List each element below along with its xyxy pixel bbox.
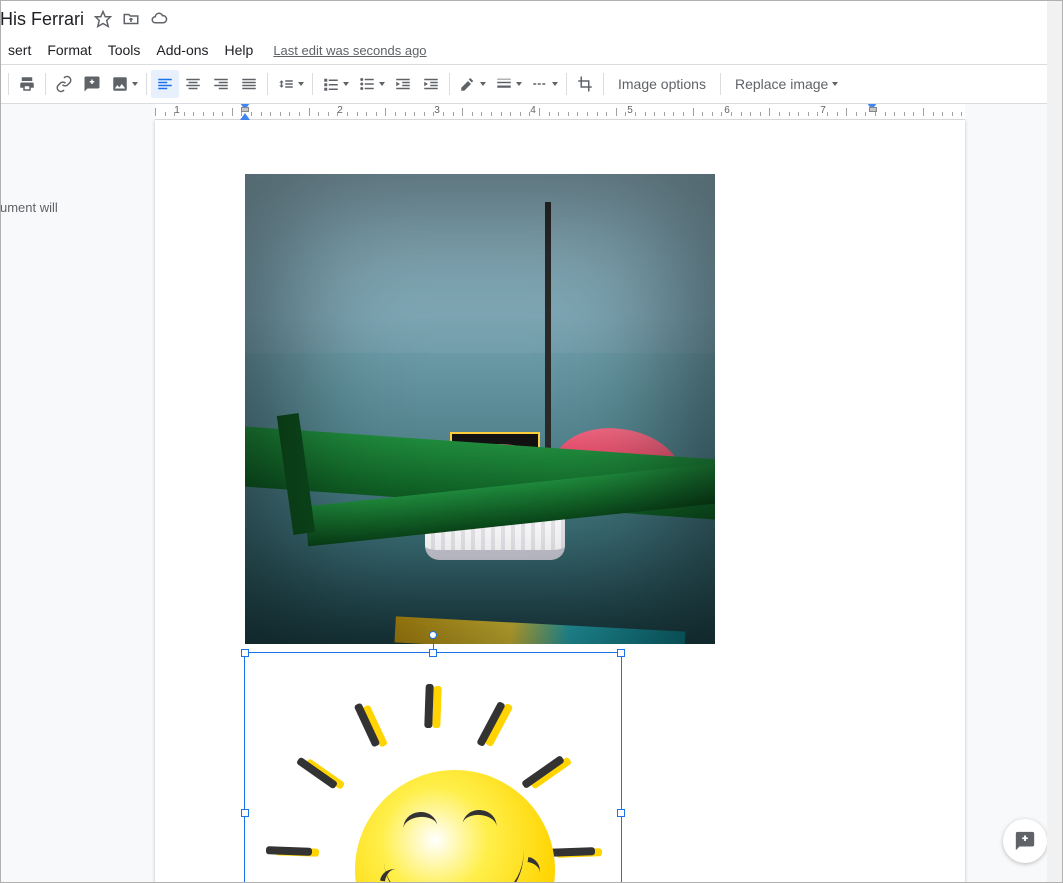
menu-bar: sert Format Tools Add-ons Help Last edit… [0,36,1063,64]
separator [566,73,567,95]
menu-help[interactable]: Help [217,38,262,62]
separator [8,73,9,95]
separator [146,73,147,95]
separator [720,73,721,95]
ruler-number: 7 [820,105,826,116]
align-center-icon[interactable] [179,70,207,98]
crop-image-icon[interactable] [571,70,599,98]
separator [45,73,46,95]
resize-handle-tr[interactable] [617,649,625,657]
title-bar: His Ferrari [0,0,1063,36]
separator [449,73,450,95]
border-weight-icon[interactable] [490,70,526,98]
menu-addons[interactable]: Add-ons [148,38,216,62]
cloud-status-icon[interactable] [150,10,168,28]
separator [312,73,313,95]
add-comment-icon[interactable] [78,70,106,98]
menu-format[interactable]: Format [39,38,99,62]
increase-indent-icon[interactable] [417,70,445,98]
print-icon[interactable] [13,70,41,98]
vertical-scrollbar[interactable] [1047,0,1063,883]
rotate-handle[interactable] [429,631,437,639]
document-area: ument will 1 2 3 4 5 6 7 [0,104,1063,883]
checklist-icon[interactable] [317,70,353,98]
align-right-icon[interactable] [207,70,235,98]
align-left-icon[interactable] [151,70,179,98]
outline-partial-text: ument will [0,200,58,215]
resize-handle-r[interactable] [617,809,625,817]
toolbar: Image options Replace image [0,64,1063,104]
ruler-number: 6 [724,105,730,116]
ruler-number: 3 [434,105,440,116]
menu-insert[interactable]: sert [0,38,39,62]
image-options-button[interactable]: Image options [608,70,716,98]
bulleted-list-icon[interactable] [353,70,389,98]
resize-handle-t[interactable] [429,649,437,657]
menu-tools[interactable]: Tools [100,38,149,62]
horizontal-ruler[interactable]: 1 2 3 4 5 6 7 [155,104,965,120]
decrease-indent-icon[interactable] [389,70,417,98]
star-icon[interactable] [94,10,112,28]
last-edit-link[interactable]: Last edit was seconds ago [273,43,426,58]
document-title[interactable]: His Ferrari [0,9,84,30]
insert-link-icon[interactable] [50,70,78,98]
separator [603,73,604,95]
resize-handle-l[interactable] [241,809,249,817]
border-dash-icon[interactable] [526,70,562,98]
line-spacing-icon[interactable] [272,70,308,98]
resize-handle-tl[interactable] [241,649,249,657]
border-color-icon[interactable] [454,70,490,98]
image-selection-frame[interactable] [244,652,622,883]
move-to-folder-icon[interactable] [122,10,140,28]
document-page[interactable] [155,120,965,883]
separator [267,73,268,95]
ruler-number: 5 [627,105,633,116]
add-comment-fab[interactable] [1003,819,1047,863]
inserted-photo-boats[interactable] [245,174,715,644]
align-justify-icon[interactable] [235,70,263,98]
ruler-number: 4 [530,105,536,116]
replace-image-button[interactable]: Replace image [725,70,848,98]
insert-image-icon[interactable] [106,70,142,98]
